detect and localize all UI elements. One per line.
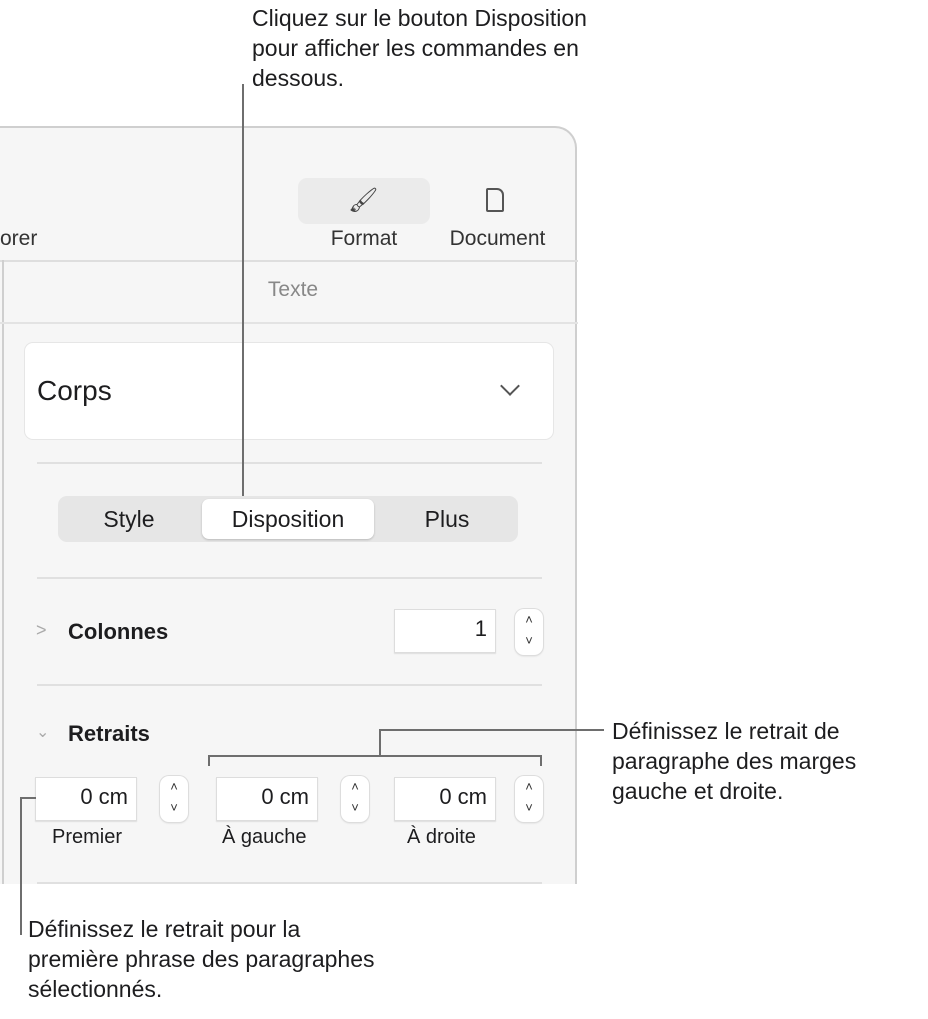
columns-field[interactable]: 1: [394, 609, 496, 653]
paragraph-style-select[interactable]: Corps: [25, 343, 553, 439]
divider: [37, 462, 542, 464]
callout-right: Définissez le retrait de paragraphe des …: [612, 718, 857, 804]
paragraph-style-value: Corps: [37, 375, 112, 406]
document-icon[interactable]: [486, 188, 504, 212]
divider: [37, 684, 542, 686]
format-label[interactable]: Format: [298, 227, 430, 251]
document-button[interactable]: Document: [440, 227, 555, 251]
callout-line: [379, 729, 381, 756]
tab-disposition[interactable]: Disposition: [202, 499, 374, 539]
paintbrush-icon: 🖌︎: [348, 187, 379, 214]
left-indent-field[interactable]: 0 cm: [216, 777, 318, 821]
indents-label[interactable]: Retraits: [68, 721, 150, 747]
right-indent-field[interactable]: 0 cm: [394, 777, 496, 821]
tab-plus[interactable]: Plus: [376, 496, 518, 542]
callout-line: [20, 797, 36, 799]
first-indent-field[interactable]: 0 cm: [35, 777, 137, 821]
format-button[interactable]: 🖌︎: [298, 178, 430, 224]
callout-line: [380, 729, 604, 731]
toolbar-divider: [0, 260, 578, 262]
callout-line: [20, 797, 22, 935]
sidebar-divider: [2, 260, 4, 884]
columns-stepper[interactable]: ˄ ˅: [515, 609, 543, 655]
divider: [37, 577, 542, 579]
left-indent-label: À gauche: [222, 826, 307, 848]
left-indent-stepper[interactable]: ˄ ˅: [341, 776, 369, 822]
callout-line: [242, 84, 244, 496]
callout-top: Cliquez sur le bouton Disposition pour a…: [252, 5, 587, 91]
first-indent-stepper[interactable]: ˄ ˅: [160, 776, 188, 822]
callout-bracket: [208, 755, 210, 766]
section-title: Texte: [267, 278, 319, 301]
chevron-down-icon: [500, 376, 520, 396]
callout-bracket: [540, 755, 542, 766]
first-indent-label: Premier: [52, 826, 123, 848]
segmented-control: Style Disposition Plus: [58, 496, 518, 542]
partial-toolbar-label: orer: [0, 227, 38, 250]
columns-label[interactable]: Colonnes: [68, 619, 168, 645]
tab-style[interactable]: Style: [58, 496, 200, 542]
right-indent-stepper[interactable]: ˄ ˅: [515, 776, 543, 822]
chevron-right-icon[interactable]: >: [36, 620, 47, 641]
section-divider: [0, 322, 578, 324]
callout-bracket: [208, 755, 542, 757]
divider: [37, 882, 542, 884]
right-indent-label: À droite: [407, 826, 476, 848]
callout-bottom: Définissez le retrait pour la première p…: [28, 916, 375, 1002]
chevron-down-icon[interactable]: ⌄: [36, 722, 49, 742]
partial-icon: ): [0, 190, 1, 216]
